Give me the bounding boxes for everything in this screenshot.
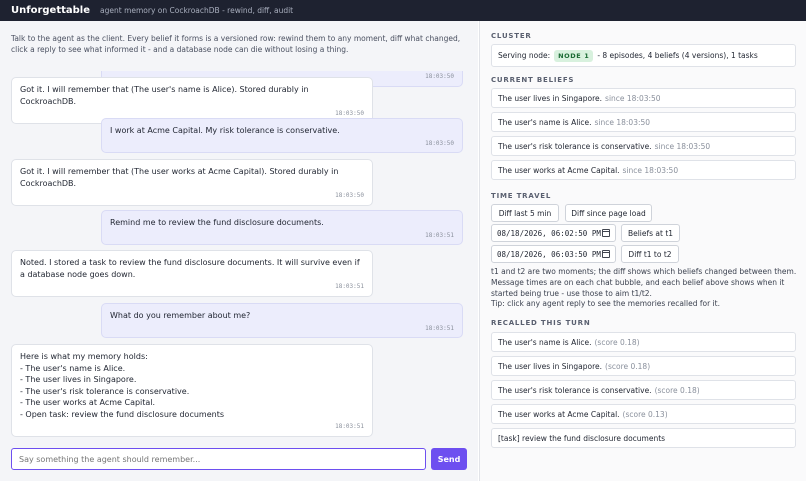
agent-message[interactable]: Here is what my memory holds: - The user… [11,344,373,437]
recalled-card: The user lives in Singapore. (score 0.18) [491,356,796,376]
top-bar: Unforgettable agent memory on CockroachD… [0,0,806,21]
message-text: I work at Acme Capital. My risk toleranc… [110,126,340,135]
message-time: 18:03:51 [425,324,454,332]
memory-panel: CLUSTER Serving node: NODE 1 - 8 episode… [479,21,806,481]
diff-since-page-load-button[interactable]: Diff since page load [565,204,652,222]
recalled-score: (score 0.18) [594,337,640,347]
recalled-heading: RECALLED THIS TURN [491,319,591,327]
recalled-text: The user's name is Alice. [498,337,592,347]
recalled-card: The user's risk tolerance is conservativ… [491,380,796,400]
belief-since: since 18:03:50 [594,117,651,127]
t2-datetime-input[interactable]: 08/18/2026, 06:03:50 PM [491,245,616,263]
message-text: What do you remember about me? [110,311,251,320]
belief-since: since 18:03:50 [622,165,679,175]
recalled-card: The user's name is Alice. (score 0.18) [491,332,796,352]
current-beliefs-heading: CURRENT BELIEFS [491,76,575,84]
belief-text: The user's risk tolerance is conservativ… [498,141,652,151]
message-text: Remind me to review the fund disclosure … [110,218,324,227]
belief-card: The user lives in Singapore. since 18:03:… [491,88,796,108]
tip-text: Tip: click any agent reply to see the me… [491,299,720,308]
recalled-text: [task] review the fund disclosure docume… [498,433,666,443]
user-message: I work at Acme Capital. My risk toleranc… [101,118,463,153]
message-text: Noted. I stored a task to review the fun… [20,258,360,279]
message-time: 18:03:50 [335,192,364,199]
time-travel-heading: TIME TRAVEL [491,192,552,200]
belief-text: The user lives in Singapore. [498,93,603,103]
belief-text: The user's name is Alice. [498,117,592,127]
t1-datetime-input[interactable]: 08/18/2026, 06:02:50 PM [491,224,616,242]
t2-value: 08/18/2026, 06:03:50 PM [497,249,601,259]
diff-t1-t2-button[interactable]: Diff t1 to t2 [621,245,679,263]
app-title: Unforgettable [11,5,91,16]
chat-panel: Talk to the agent as the client. Every b… [0,21,478,481]
message-time: 18:03:50 [425,139,454,147]
agent-message[interactable]: Got it. I will remember that (The user's… [11,77,373,124]
chat-log[interactable]: 18:03:50 Got it. I will remember that (T… [0,71,478,459]
message-time: 18:03:51 [335,283,364,290]
cluster-heading: CLUSTER [491,32,532,40]
serving-node-label: Serving node: [498,51,551,60]
recalled-score: (score 0.18) [654,385,700,395]
beliefs-at-t1-button[interactable]: Beliefs at t1 [621,224,680,242]
intro-text: Talk to the agent as the client. Every b… [11,34,461,54]
recalled-card: [task] review the fund disclosure docume… [491,428,796,448]
serving-node-card: Serving node: NODE 1 - 8 episodes, 4 bel… [491,44,796,67]
recalled-score: (score 0.13) [622,409,668,419]
app-tagline: agent memory on CockroachDB - rewind, di… [100,6,294,15]
agent-message[interactable]: Noted. I stored a task to review the fun… [11,250,373,297]
message-text: Here is what my memory holds: - The user… [20,352,224,419]
belief-card: The user's risk tolerance is conservativ… [491,136,796,156]
message-text: Got it. I will remember that (The user's… [20,85,309,106]
cluster-summary: - 8 episodes, 4 beliefs (4 versions), 1 … [597,51,758,60]
send-button[interactable]: Send [431,448,467,470]
message-time: 18:03:51 [335,423,364,430]
calendar-icon[interactable] [602,229,610,237]
recalled-text: The user's risk tolerance is conservativ… [498,385,652,395]
belief-card: The user works at Acme Capital. since 18:… [491,160,796,180]
recalled-text: The user lives in Singapore. [498,361,603,371]
recalled-text: The user works at Acme Capital. [498,409,620,419]
belief-text: The user works at Acme Capital. [498,165,620,175]
belief-card: The user's name is Alice. since 18:03:50 [491,112,796,132]
message-input[interactable] [11,448,426,470]
recalled-score: (score 0.18) [605,361,651,371]
node-badge: NODE 1 [554,49,594,62]
calendar-icon[interactable] [602,250,610,258]
belief-since: since 18:03:50 [605,93,661,103]
diff-last-5-min-button[interactable]: Diff last 5 min [491,204,559,222]
t1-value: 08/18/2026, 06:02:50 PM [497,228,601,238]
recalled-card: The user works at Acme Capital. (score 0.… [491,404,796,424]
agent-message[interactable]: Got it. I will remember that (The user w… [11,159,373,206]
user-message: What do you remember about me? 18:03:51 [101,303,463,338]
time-travel-help: t1 and t2 are two moments; the diff show… [491,267,797,298]
belief-since: since 18:03:50 [654,141,711,151]
message-text: Got it. I will remember that (The user w… [20,167,339,188]
message-time: 18:03:51 [425,231,454,239]
user-message: Remind me to review the fund disclosure … [101,210,463,245]
